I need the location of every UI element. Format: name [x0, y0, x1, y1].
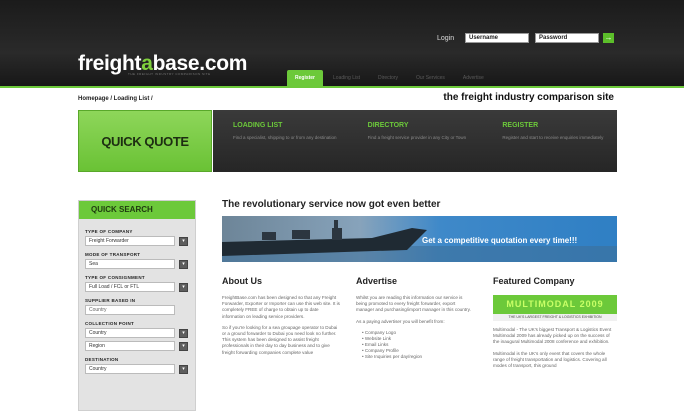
main-headline: The revolutionary service now got even b… [222, 199, 441, 210]
chevron-down-icon[interactable]: ▾ [179, 236, 188, 246]
login-label: Login [437, 35, 455, 42]
nav-tab-register[interactable]: Register [287, 70, 324, 86]
type-company-label: TYPE OF COMPANY [85, 229, 133, 234]
multimodal-logo[interactable]: MULTIMODAL 2009 THE UK'S LARGEST FREIGHT… [493, 295, 617, 321]
promo-title: LOADING LIST [233, 122, 283, 129]
site-header: freightabase.com THE FREIGHT INDUSTRY CO… [0, 0, 684, 88]
chevron-down-icon[interactable]: ▾ [179, 259, 188, 269]
advertise-section: Advertise Whilst you are reading this in… [356, 276, 474, 360]
promo-title: DIRECTORY [367, 122, 409, 129]
logo-tagline: THE FREIGHT INDUSTRY COMPARISON SITE [128, 72, 211, 76]
supplier-based-input[interactable]: Country [85, 305, 175, 315]
mode-transport-label: MODE OF TRANSPORT [85, 252, 141, 257]
promo-register[interactable]: REGISTER Register and start to receive e… [482, 110, 617, 172]
about-us-section: About Us FreightBase.com has been design… [222, 276, 340, 361]
promo-title: REGISTER [502, 122, 539, 129]
advertise-paragraph: Whilst you are reading this information … [356, 295, 471, 313]
destination-country-select[interactable]: Country [85, 364, 175, 374]
about-us-paragraph: So if you're looking for a sea groupage … [222, 324, 338, 355]
featured-company-section: Featured Company MULTIMODAL 2009 THE UK'… [493, 276, 617, 374]
featured-company-title: Featured Company [493, 276, 575, 286]
featured-paragraph: Multimodal - The UK's biggest Transport … [493, 327, 612, 345]
password-field[interactable]: Password [535, 33, 599, 43]
quick-search-title: QUICK SEARCH [79, 201, 195, 219]
nav-tab-our-services[interactable]: Our Services [408, 70, 453, 86]
quick-quote-label: QUICK QUOTE [101, 133, 189, 149]
promo-text: Find a specialist, shipping to or from a… [233, 135, 337, 140]
header-divider [0, 86, 684, 88]
featured-paragraph: Multimodal is the UK's only event that c… [493, 350, 607, 369]
chevron-down-icon[interactable]: ▾ [179, 341, 188, 351]
quick-quote-button[interactable]: QUICK QUOTE [78, 110, 212, 172]
about-us-paragraph: FreightBase.com has been designed so tha… [222, 295, 340, 319]
consignment-select[interactable]: Full Load / FCL or FTL [85, 282, 175, 292]
mode-transport-select[interactable]: Sea [85, 259, 175, 269]
nav-tab-advertise[interactable]: Advertise [455, 70, 492, 86]
consignment-label: TYPE OF CONSIGNMENT [85, 275, 145, 280]
multimodal-logo-text: MULTIMODAL 2009 [506, 299, 604, 309]
advertise-paragraph: As a paying advertiser you will benefit … [356, 318, 445, 324]
nav-tab-loading-list[interactable]: Loading List [325, 70, 368, 86]
collection-country-select[interactable]: Country [85, 328, 175, 338]
multimodal-logo-subtext: THE UK'S LARGEST FREIGHT & LOGISTICS EXH… [493, 314, 617, 321]
type-company-select[interactable]: Freight Forwarder [85, 236, 175, 246]
collection-point-label: COLLECTION POINT [85, 321, 135, 326]
destination-label: DESTINATION [85, 357, 119, 362]
advertise-title: Advertise [356, 276, 398, 286]
list-item: Site Inquiries per day/region [362, 354, 474, 360]
advertise-benefits-list: Company Logo Website Link Email Links Co… [362, 330, 474, 360]
collection-region-select[interactable]: Region [85, 341, 175, 351]
promo-loading-list[interactable]: LOADING LIST Find a specialist, shipping… [213, 110, 348, 172]
breadcrumb[interactable]: Homepage / Loading List / [78, 96, 153, 102]
nav-tab-directory[interactable]: Directory [370, 70, 406, 86]
promo-directory[interactable]: DIRECTORY Find a freight service provide… [348, 110, 483, 172]
promo-text: Find a freight service provider in any C… [367, 135, 467, 140]
promo-banner[interactable]: Get a competitive quotation every time!!… [222, 216, 617, 262]
chevron-down-icon[interactable]: ▾ [179, 282, 188, 292]
promo-text: Register and start to receive enquiries … [502, 135, 604, 140]
login-go-button[interactable]: → [603, 33, 614, 43]
chevron-down-icon[interactable]: ▾ [179, 328, 188, 338]
supplier-based-label: SUPPLIER BASED IN [85, 298, 136, 303]
banner-text: Get a competitive quotation every time!!… [422, 236, 578, 245]
about-us-title: About Us [222, 276, 262, 286]
username-field[interactable]: Username [465, 33, 529, 43]
site-slogan: the freight industry comparison site [443, 92, 614, 103]
chevron-down-icon[interactable]: ▾ [179, 364, 188, 374]
promo-band: LOADING LIST Find a specialist, shipping… [213, 110, 617, 172]
main-nav: Register Loading List Directory Our Serv… [230, 70, 492, 86]
quick-search-panel: QUICK SEARCH TYPE OF COMPANY Freight For… [78, 200, 196, 411]
